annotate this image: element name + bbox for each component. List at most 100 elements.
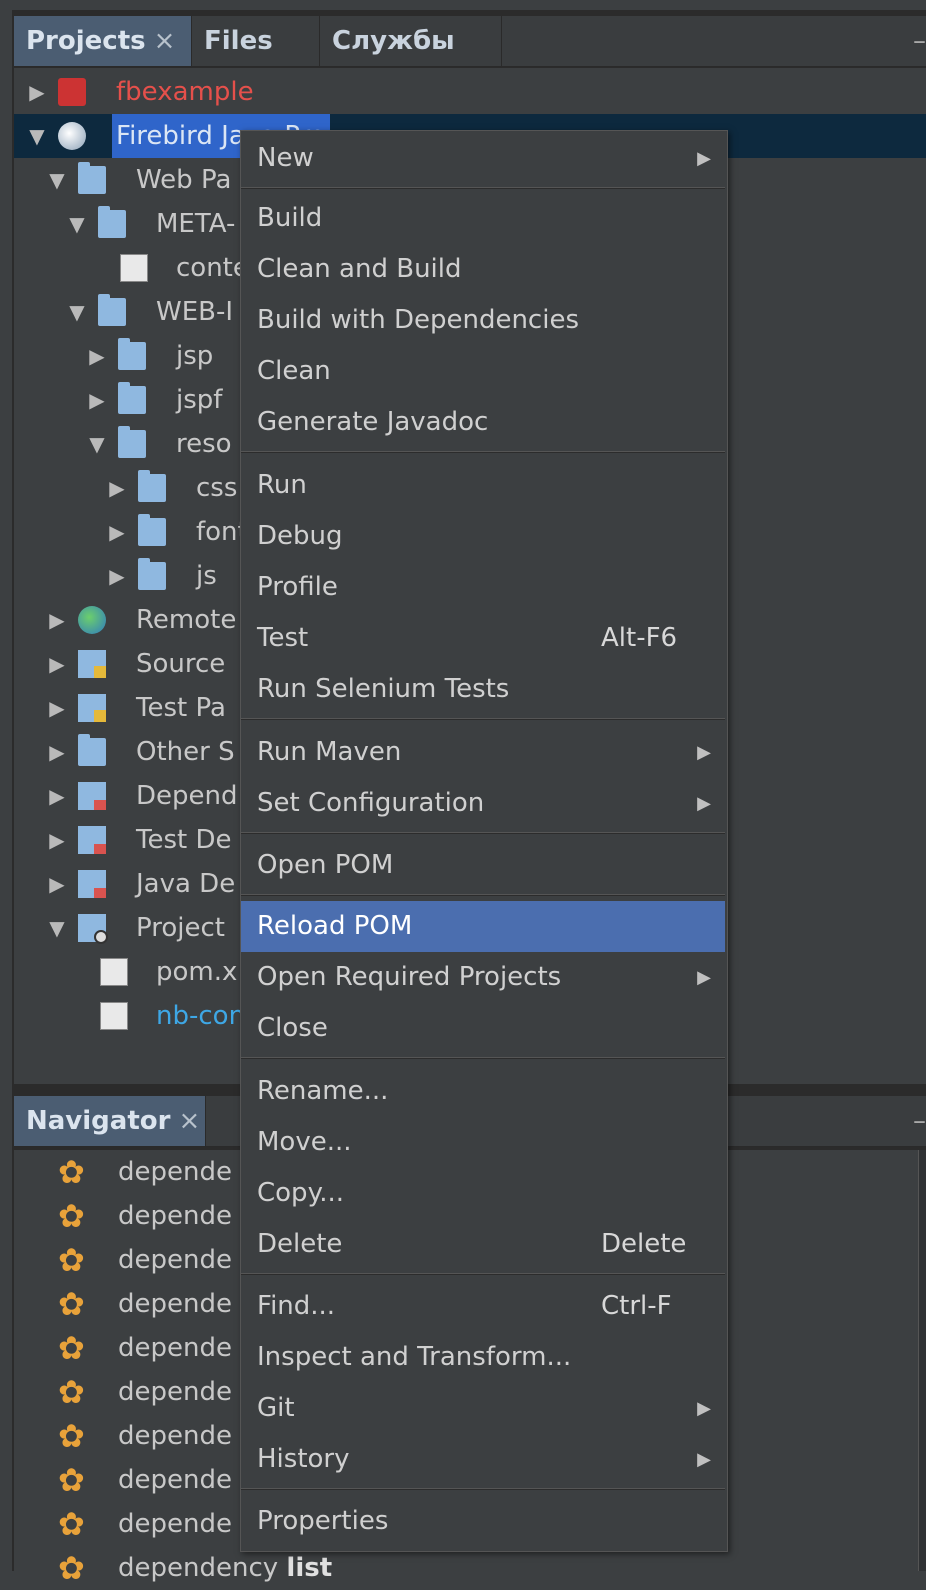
- expanded-arrow-icon[interactable]: ▼: [66, 202, 88, 246]
- menu-item-run-maven[interactable]: Run Maven ▶: [241, 727, 725, 778]
- menu-separator: [241, 187, 725, 189]
- close-icon[interactable]: ×: [154, 26, 176, 56]
- menu-item-label: Open POM: [257, 850, 394, 880]
- menu-item-reload-pom[interactable]: Reload POM: [241, 901, 725, 952]
- navigator-row-label: depende: [118, 1509, 232, 1539]
- tree-label: Remote: [136, 605, 237, 635]
- tree-label: Web Pa: [136, 165, 232, 195]
- collapsed-arrow-icon[interactable]: ▶: [46, 598, 68, 642]
- menu-item-clean[interactable]: Clean: [241, 346, 725, 397]
- menu-item-git[interactable]: Git ▶: [241, 1383, 725, 1434]
- collapsed-arrow-icon[interactable]: ▶: [86, 334, 108, 378]
- collapsed-arrow-icon[interactable]: ▶: [106, 466, 128, 510]
- tree-label: jspf: [176, 385, 223, 415]
- collapsed-arrow-icon[interactable]: ▶: [46, 642, 68, 686]
- menu-item-copy[interactable]: Copy...: [241, 1168, 725, 1219]
- menu-item-run-selenium-tests[interactable]: Run Selenium Tests: [241, 664, 725, 715]
- menu-item-label: Generate Javadoc: [257, 407, 489, 437]
- collapsed-arrow-icon[interactable]: ▶: [46, 686, 68, 730]
- expanded-arrow-icon[interactable]: ▼: [46, 906, 68, 950]
- menu-item-label: Run: [257, 470, 307, 500]
- navigator-row-label: depende: [118, 1377, 232, 1407]
- gear-icon: ✿: [58, 1417, 85, 1455]
- navigator-row-label: depende: [118, 1201, 232, 1231]
- menu-item-label: New: [257, 143, 314, 173]
- collapsed-arrow-icon[interactable]: ▶: [46, 730, 68, 774]
- menu-separator: [241, 451, 725, 453]
- tab-services[interactable]: Службы: [320, 16, 502, 66]
- menu-item-label: Inspect and Transform...: [257, 1342, 572, 1372]
- navigator-row[interactable]: ✿ dependency list: [14, 1546, 919, 1590]
- expanded-arrow-icon[interactable]: ▼: [66, 290, 88, 334]
- menu-item-properties[interactable]: Properties: [241, 1496, 725, 1547]
- menu-item-clean-and-build[interactable]: Clean and Build: [241, 244, 725, 295]
- xml-file-icon: [120, 254, 148, 282]
- menu-item-new[interactable]: New ▶: [241, 133, 725, 184]
- menu-separator: [241, 718, 725, 720]
- menu-item-generate-javadoc[interactable]: Generate Javadoc: [241, 397, 725, 448]
- collapsed-arrow-icon[interactable]: ▶: [86, 378, 108, 422]
- menu-item-close[interactable]: Close: [241, 1003, 725, 1054]
- menu-item-label: Build with Dependencies: [257, 305, 579, 335]
- expanded-arrow-icon[interactable]: ▼: [86, 422, 108, 466]
- tab-navigator[interactable]: Navigator ×: [14, 1096, 206, 1146]
- menu-item-history[interactable]: History ▶: [241, 1434, 725, 1485]
- tab-projects[interactable]: Projects ×: [14, 16, 192, 66]
- folder-icon: [138, 470, 166, 502]
- navigator-row-label: depende: [118, 1421, 232, 1451]
- menu-item-label: Test: [257, 623, 309, 653]
- expanded-arrow-icon[interactable]: ▼: [26, 114, 48, 158]
- menu-item-shortcut: Delete: [601, 1229, 687, 1259]
- menu-item-find[interactable]: Find... Ctrl-F: [241, 1281, 725, 1332]
- menu-item-shortcut: Alt-F6: [601, 623, 678, 653]
- projects-tabbar: Projects × Files Службы –: [14, 16, 926, 67]
- minimize-icon[interactable]: –: [913, 1096, 926, 1146]
- submenu-arrow-icon: ▶: [697, 1449, 711, 1470]
- menu-item-set-configuration[interactable]: Set Configuration ▶: [241, 778, 725, 829]
- menu-item-label: Run Selenium Tests: [257, 674, 510, 704]
- submenu-arrow-icon: ▶: [697, 967, 711, 988]
- menu-item-delete[interactable]: Delete Delete: [241, 1219, 725, 1270]
- collapsed-arrow-icon[interactable]: ▶: [46, 774, 68, 818]
- menu-item-inspect-and-transform[interactable]: Inspect and Transform...: [241, 1332, 725, 1383]
- tree-node-fbexample[interactable]: ▶ fbexample: [14, 70, 926, 114]
- menu-item-move[interactable]: Move...: [241, 1117, 725, 1168]
- other-sources-icon: [78, 734, 106, 766]
- menu-item-build[interactable]: Build: [241, 193, 725, 244]
- context-menu: New ▶ Build Clean and Build Build with De…: [240, 130, 728, 1552]
- collapsed-arrow-icon[interactable]: ▶: [26, 70, 48, 114]
- expanded-arrow-icon[interactable]: ▼: [46, 158, 68, 202]
- tree-label: jsp: [176, 341, 214, 371]
- menu-item-open-required-projects[interactable]: Open Required Projects ▶: [241, 952, 725, 1003]
- menu-item-debug[interactable]: Debug: [241, 511, 725, 562]
- collapsed-arrow-icon[interactable]: ▶: [46, 818, 68, 862]
- submenu-arrow-icon: ▶: [697, 793, 711, 814]
- globe-icon: [78, 606, 106, 634]
- menu-item-profile[interactable]: Profile: [241, 562, 725, 613]
- collapsed-arrow-icon[interactable]: ▶: [46, 862, 68, 906]
- folder-icon: [118, 338, 146, 370]
- collapsed-arrow-icon[interactable]: ▶: [106, 554, 128, 598]
- tree-label: Project: [136, 913, 225, 943]
- navigator-row-label: depende: [118, 1333, 232, 1363]
- minimize-icon[interactable]: –: [913, 16, 926, 66]
- menu-item-open-pom[interactable]: Open POM: [241, 840, 725, 891]
- menu-item-label: Clean and Build: [257, 254, 462, 284]
- menu-item-run[interactable]: Run: [241, 460, 725, 511]
- menu-item-rename[interactable]: Rename...: [241, 1066, 725, 1117]
- menu-item-build-with-dependencies[interactable]: Build with Dependencies: [241, 295, 725, 346]
- tab-files[interactable]: Files: [192, 16, 320, 66]
- menu-item-label: Rename...: [257, 1076, 389, 1106]
- menu-separator: [241, 894, 725, 896]
- navigator-scrollbar[interactable]: [918, 1150, 926, 1571]
- menu-item-test[interactable]: Test Alt-F6: [241, 613, 725, 664]
- tree-label: Java De: [136, 869, 236, 899]
- gear-icon: ✿: [58, 1461, 85, 1499]
- submenu-arrow-icon: ▶: [697, 148, 711, 169]
- menu-item-label: Find...: [257, 1291, 336, 1321]
- collapsed-arrow-icon[interactable]: ▶: [106, 510, 128, 554]
- folder-icon: [98, 206, 126, 238]
- test-dependencies-icon: [78, 826, 106, 854]
- test-packages-icon: [78, 694, 106, 722]
- close-icon[interactable]: ×: [178, 1106, 200, 1136]
